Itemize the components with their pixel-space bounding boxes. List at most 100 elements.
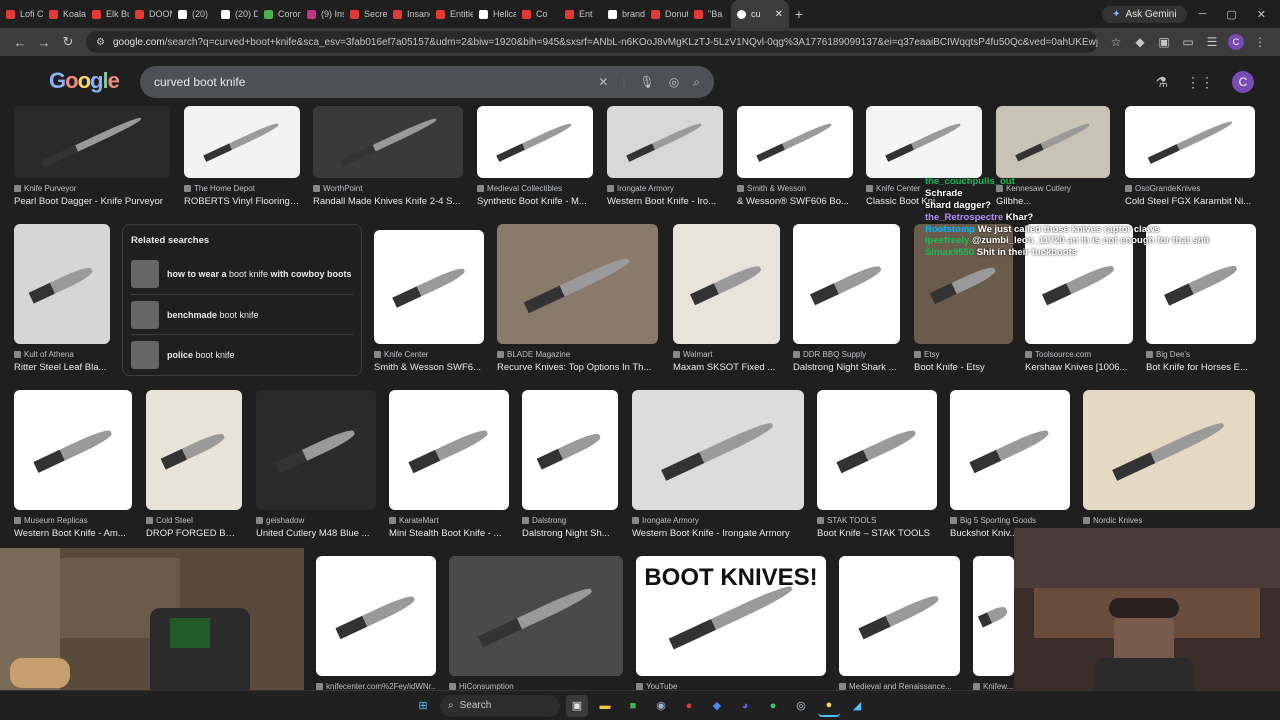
result-thumbnail[interactable]	[950, 390, 1070, 510]
minimize-icon[interactable]: ─	[1199, 8, 1207, 21]
image-result[interactable]: Knifew...	[973, 556, 1014, 691]
app-green-icon[interactable]: ■	[622, 695, 644, 717]
result-title[interactable]: Boot Knife - Etsy	[914, 362, 1013, 373]
result-thumbnail[interactable]	[146, 390, 242, 510]
browser-tab[interactable]: Elk Bug	[86, 0, 129, 28]
image-result[interactable]: Smith & Wesson & Wesson® SWF606 Bo...	[737, 106, 853, 207]
result-source[interactable]: Dalstrong	[522, 516, 618, 525]
related-search-item[interactable]: how to wear a boot knife with cowboy boo…	[131, 254, 353, 294]
search-input[interactable]: curved boot knife ✕ | 🎙 ◎ ⌕	[140, 66, 714, 98]
browser-tab[interactable]: (9) Inst	[301, 0, 344, 28]
result-source[interactable]: DDR BBQ Supply	[793, 350, 900, 359]
app-bird-icon[interactable]: ◢	[846, 695, 868, 717]
browser-tab[interactable]: (20) Do	[215, 0, 258, 28]
result-title[interactable]: ROBERTS Vinyl Flooring ...	[184, 196, 300, 207]
sidepanel-icon[interactable]: ▭	[1176, 35, 1200, 49]
result-source[interactable]: Nordic Knives	[1083, 516, 1255, 525]
file-explorer-icon[interactable]: ▬	[594, 695, 616, 717]
search-icon[interactable]: ⌕	[693, 75, 700, 90]
image-result[interactable]: Medieval and Renaissance...	[839, 556, 960, 691]
address-bar[interactable]: ⚙ google.com /search?q=curved+boot+knife…	[86, 31, 1098, 53]
result-source[interactable]: Irongate Armory	[607, 184, 723, 193]
apps-grid-icon[interactable]: ⋮⋮	[1186, 74, 1214, 91]
result-source[interactable]: Big Dee's	[1146, 350, 1256, 359]
image-result[interactable]: Big 5 Sporting Goods Buckshot Kniv...	[950, 390, 1070, 539]
result-thumbnail[interactable]	[866, 106, 982, 178]
task-view-icon[interactable]: ▣	[566, 694, 588, 717]
image-result[interactable]: STAK TOOLS Boot Knife – STAK TOOLS	[817, 390, 937, 539]
browser-tab[interactable]: DOOM	[129, 0, 172, 28]
lens-icon[interactable]: ◎	[669, 75, 679, 90]
back-icon[interactable]: ←	[8, 35, 32, 50]
close-window-icon[interactable]: ✕	[1257, 8, 1266, 21]
image-result[interactable]: Irongate Armory Western Boot Knife - Iro.…	[607, 106, 723, 207]
account-avatar[interactable]: C	[1232, 71, 1254, 93]
taskbar-search[interactable]: ⌕ Search	[440, 694, 560, 717]
result-source[interactable]: Knife Center	[374, 350, 484, 359]
result-source[interactable]: Cold Steel	[146, 516, 242, 525]
result-source[interactable]: Big 5 Sporting Goods	[950, 516, 1070, 525]
related-search-item[interactable]: benchmade boot knife	[131, 294, 353, 334]
result-source[interactable]: Kult of Athena	[14, 350, 110, 359]
extension-icon[interactable]: ◆	[1128, 35, 1152, 49]
image-result[interactable]: Museum Replicas Western Boot Knife - Am..…	[14, 390, 132, 539]
result-source[interactable]: KarateMart	[389, 516, 509, 525]
result-source[interactable]: The Home Depot	[184, 184, 300, 193]
profile-avatar[interactable]: C	[1228, 34, 1244, 50]
result-title[interactable]: Randall Made Knives Knife 2-4 S...	[313, 196, 463, 207]
steam-icon[interactable]: ◉	[650, 695, 672, 717]
result-title[interactable]: United Cutlery M48 Blue ...	[256, 528, 376, 539]
result-thumbnail[interactable]	[737, 106, 853, 178]
clear-icon[interactable]: ✕	[598, 75, 608, 90]
result-title[interactable]: Western Boot Knife - Am...	[14, 528, 132, 539]
reload-icon[interactable]: ↻	[56, 34, 80, 50]
browser-tab[interactable]: Koala C	[43, 0, 86, 28]
result-title[interactable]: Smith & Wesson SWF6...	[374, 362, 484, 373]
result-title[interactable]: & Wesson® SWF606 Bo...	[737, 196, 853, 207]
browser-tab[interactable]: Corona	[258, 0, 301, 28]
result-title[interactable]: DROP FORGED BOO...	[146, 528, 242, 539]
result-thumbnail[interactable]	[184, 106, 300, 178]
related-search-item[interactable]: police boot knife	[131, 334, 353, 374]
browser-tab[interactable]: "Ba	[688, 0, 731, 28]
result-title[interactable]: Dalstrong Night Shark ...	[793, 362, 900, 373]
extensions-puzzle-icon[interactable]: ▣	[1152, 35, 1176, 49]
result-title[interactable]: Ritter Steel Leaf Bla...	[14, 362, 110, 373]
result-thumbnail[interactable]	[477, 106, 593, 178]
image-result[interactable]: Kult of Athena Ritter Steel Leaf Bla...	[14, 224, 110, 373]
result-title[interactable]: Maxam SKSOT Fixed ...	[673, 362, 780, 373]
result-title[interactable]: Western Boot Knife - Iro...	[607, 196, 723, 207]
result-source[interactable]: Etsy	[914, 350, 1013, 359]
result-source[interactable]: Smith & Wesson	[737, 184, 853, 193]
browser-tab[interactable]: Hellcat	[473, 0, 516, 28]
result-thumbnail[interactable]	[996, 106, 1110, 178]
result-title[interactable]: Synthetic Boot Knife - M...	[477, 196, 593, 207]
menu-kebab-icon[interactable]: ⋮	[1248, 35, 1272, 49]
result-thumbnail[interactable]	[14, 390, 132, 510]
ask-gemini-button[interactable]: ✦ Ask Gemini	[1102, 5, 1187, 23]
result-source[interactable]: STAK TOOLS	[817, 516, 937, 525]
image-result[interactable]: WorthPoint Randall Made Knives Knife 2-4 …	[313, 106, 463, 207]
result-thumbnail[interactable]	[1083, 390, 1255, 510]
result-thumbnail[interactable]: BOOT KNIVES!	[636, 556, 826, 676]
browser-tab[interactable]: Lofi Ch	[0, 0, 43, 28]
result-thumbnail[interactable]	[817, 390, 937, 510]
image-result[interactable]: The Home Depot ROBERTS Vinyl Flooring ...	[184, 106, 300, 207]
image-result[interactable]: HiConsumption	[449, 556, 623, 691]
result-title[interactable]: Kershaw Knives [1006...	[1025, 362, 1133, 373]
result-thumbnail[interactable]	[14, 106, 170, 178]
result-thumbnail[interactable]	[632, 390, 804, 510]
result-title[interactable]: Recurve Knives: Top Options In Th...	[497, 362, 658, 373]
bookmark-star-icon[interactable]: ☆	[1104, 35, 1128, 49]
image-result[interactable]: Cold Steel DROP FORGED BOO...	[146, 390, 242, 539]
image-result[interactable]: Walmart Maxam SKSOT Fixed ...	[673, 224, 780, 373]
chrome-icon[interactable]: ●	[678, 695, 700, 717]
image-result[interactable]: BLADE Magazine Recurve Knives: Top Option…	[497, 224, 658, 373]
result-thumbnail[interactable]	[839, 556, 960, 676]
image-result[interactable]: Irongate Armory Western Boot Knife - Iron…	[632, 390, 804, 539]
steam2-icon[interactable]: ◎	[790, 695, 812, 717]
result-title[interactable]: Western Boot Knife - Irongate Armory	[632, 528, 804, 539]
image-result[interactable]: geishadow United Cutlery M48 Blue ...	[256, 390, 376, 539]
result-thumbnail[interactable]	[1125, 106, 1255, 178]
chrome-active-icon[interactable]: ●	[818, 695, 840, 717]
